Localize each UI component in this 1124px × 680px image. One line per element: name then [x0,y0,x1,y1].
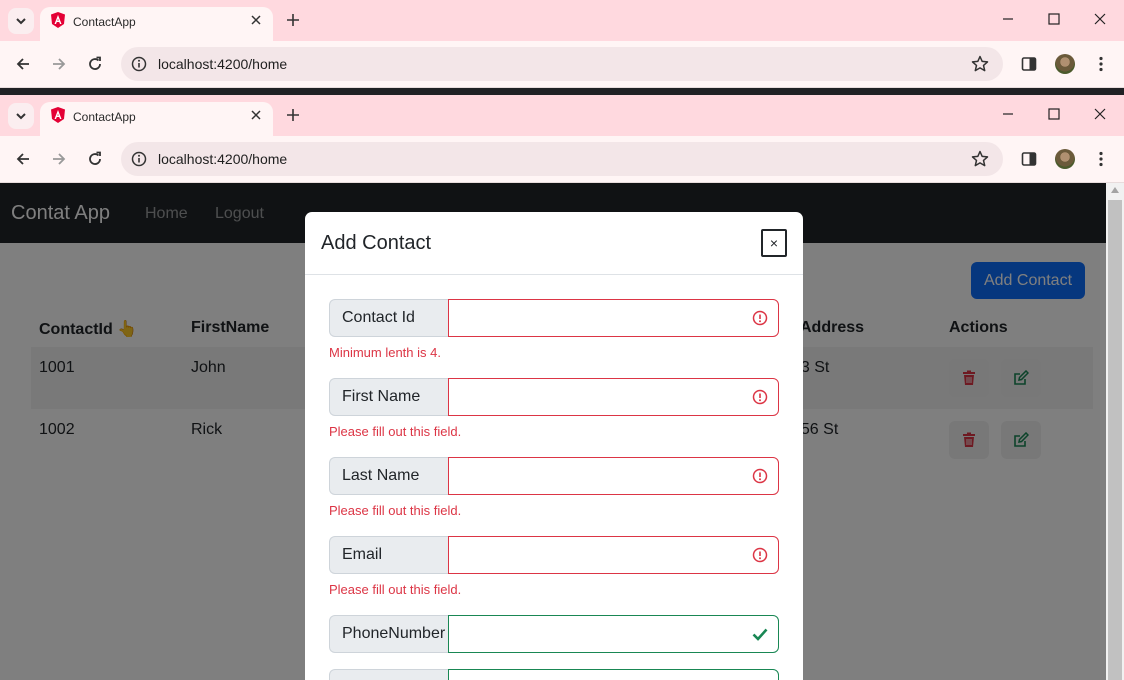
maximize-icon [1048,13,1060,25]
contact-id-input[interactable] [448,299,779,337]
browser-tab[interactable]: ContactApp [40,7,273,41]
tab-search-button[interactable] [8,103,34,129]
browser-menu-button[interactable] [1091,149,1111,169]
kebab-menu-icon [1099,56,1103,72]
tab-strip: ContactApp [0,95,1124,136]
toolbar: localhost:4200/home [0,136,1124,183]
url-text: localhost:4200/home [158,151,288,167]
info-icon [131,56,147,72]
modal-header: Add Contact × [305,212,803,275]
minimize-icon [1003,18,1013,20]
email-label: Email [329,536,449,574]
minimize-button[interactable] [1000,106,1016,122]
tab-title: ContactApp [73,15,136,29]
scroll-thumb[interactable] [1108,200,1122,680]
forward-icon [53,153,66,165]
forward-button[interactable] [49,54,69,74]
maximize-button[interactable] [1046,11,1062,27]
reload-icon [89,151,101,165]
phone-number-label: PhoneNumber [329,615,449,653]
forward-button[interactable] [49,149,69,169]
minimize-icon [1003,113,1013,115]
side-panel-icon [1021,152,1037,166]
contact-id-label: Contact Id [329,299,449,337]
next-field-label [329,669,449,680]
side-panel-icon [1021,57,1037,71]
minimize-button[interactable] [1000,11,1016,27]
address-bar[interactable]: localhost:4200/home [121,142,1003,176]
check-icon [752,628,768,641]
new-tab-button[interactable] [284,106,302,124]
scroll-up-arrow-icon[interactable] [1111,187,1119,193]
back-button[interactable] [13,54,33,74]
reload-icon [89,56,101,70]
email-input[interactable] [448,536,779,574]
plus-icon [287,109,299,121]
phone-number-input[interactable] [448,615,779,653]
avatar[interactable] [1055,149,1075,169]
browser-menu-button[interactable] [1091,54,1111,74]
page-scrollbar[interactable] [1106,183,1124,680]
window-close-button[interactable] [1092,106,1108,122]
forward-icon [53,58,66,70]
last-name-label: Last Name [329,457,449,495]
back-window-toolbar: localhost:4200/home [0,41,1124,88]
reload-button[interactable] [85,54,105,74]
new-tab-button[interactable] [284,11,302,29]
avatar[interactable] [1055,54,1075,74]
tab-close-button[interactable] [249,108,263,122]
last-name-input[interactable] [448,457,779,495]
email-error: Please fill out this field. [329,582,462,597]
star-icon[interactable] [971,55,989,73]
maximize-button[interactable] [1046,106,1062,122]
star-icon[interactable] [971,150,989,168]
chevron-down-icon [16,113,26,120]
kebab-menu-icon [1099,151,1103,167]
error-icon [752,389,768,405]
error-icon [752,547,768,563]
info-icon [131,151,147,167]
close-icon [251,15,261,25]
reload-button[interactable] [85,149,105,169]
url-text: localhost:4200/home [158,56,288,72]
last-name-error: Please fill out this field. [329,503,462,518]
close-icon [1094,13,1106,25]
first-name-label: First Name [329,378,449,416]
side-panel-button[interactable] [1019,54,1039,74]
browser-tab[interactable]: ContactApp [40,102,273,136]
side-panel-button[interactable] [1019,149,1039,169]
angular-icon [51,12,65,28]
tab-title: ContactApp [73,110,136,124]
back-icon [16,58,29,70]
window-close-button[interactable] [1092,11,1108,27]
modal-title: Add Contact [321,232,432,254]
window-gap [0,88,1124,95]
plus-icon [287,14,299,26]
close-icon [251,110,261,120]
first-name-input[interactable] [448,378,779,416]
back-icon [16,153,29,165]
contact-id-error: Minimum lenth is 4. [329,345,441,360]
back-window-tab-strip: ContactApp [0,0,1124,41]
error-icon [752,310,768,326]
maximize-icon [1048,108,1060,120]
angular-icon [51,107,65,123]
close-icon [1094,108,1106,120]
add-contact-modal: Add Contact × Contact Id Minimum lenth i… [305,212,803,680]
tab-close-button[interactable] [249,13,263,27]
modal-close-button[interactable]: × [761,229,787,257]
error-icon [752,468,768,484]
back-button[interactable] [13,149,33,169]
first-name-error: Please fill out this field. [329,424,462,439]
address-bar[interactable]: localhost:4200/home [121,47,1003,81]
tab-search-button[interactable] [8,8,34,34]
chevron-down-icon [16,18,26,25]
next-field-input[interactable] [448,669,779,680]
